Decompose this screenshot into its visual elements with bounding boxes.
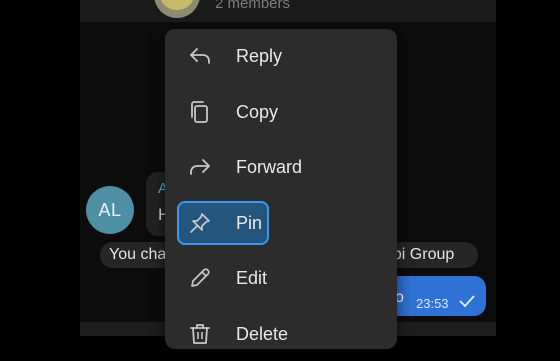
menu-label-forward: Forward <box>236 157 303 177</box>
checkmark-icon <box>458 292 476 310</box>
group-avatar[interactable] <box>154 0 200 18</box>
menu-item-delete[interactable]: Delete <box>165 307 397 361</box>
menu-label-reply: Reply <box>236 46 283 66</box>
menu-label-edit: Edit <box>236 268 268 288</box>
context-menu: Reply Copy Forward Pin Edit Delete <box>165 29 397 349</box>
menu-item-forward[interactable]: Forward <box>165 140 397 194</box>
trash-icon <box>188 322 212 346</box>
menu-item-copy[interactable]: Copy <box>165 85 397 139</box>
menu-label-delete: Delete <box>236 324 289 344</box>
menu-item-pin[interactable]: Pin <box>165 196 397 250</box>
pencil-icon <box>188 266 212 290</box>
menu-item-edit[interactable]: Edit <box>165 251 397 305</box>
copy-icon <box>188 100 212 124</box>
forward-icon <box>188 155 212 179</box>
menu-label-pin: Pin <box>236 213 263 233</box>
reply-icon <box>188 44 212 68</box>
chat-header[interactable]: 2 members <box>80 0 496 22</box>
message-time: 23:53 <box>416 296 449 311</box>
sender-avatar[interactable]: AL <box>86 186 134 234</box>
pin-icon <box>188 211 212 235</box>
menu-item-reply[interactable]: Reply <box>165 29 397 83</box>
system-message-text-left: You cha <box>109 246 167 263</box>
members-count: 2 members <box>215 0 291 12</box>
menu-label-copy: Copy <box>236 102 279 122</box>
